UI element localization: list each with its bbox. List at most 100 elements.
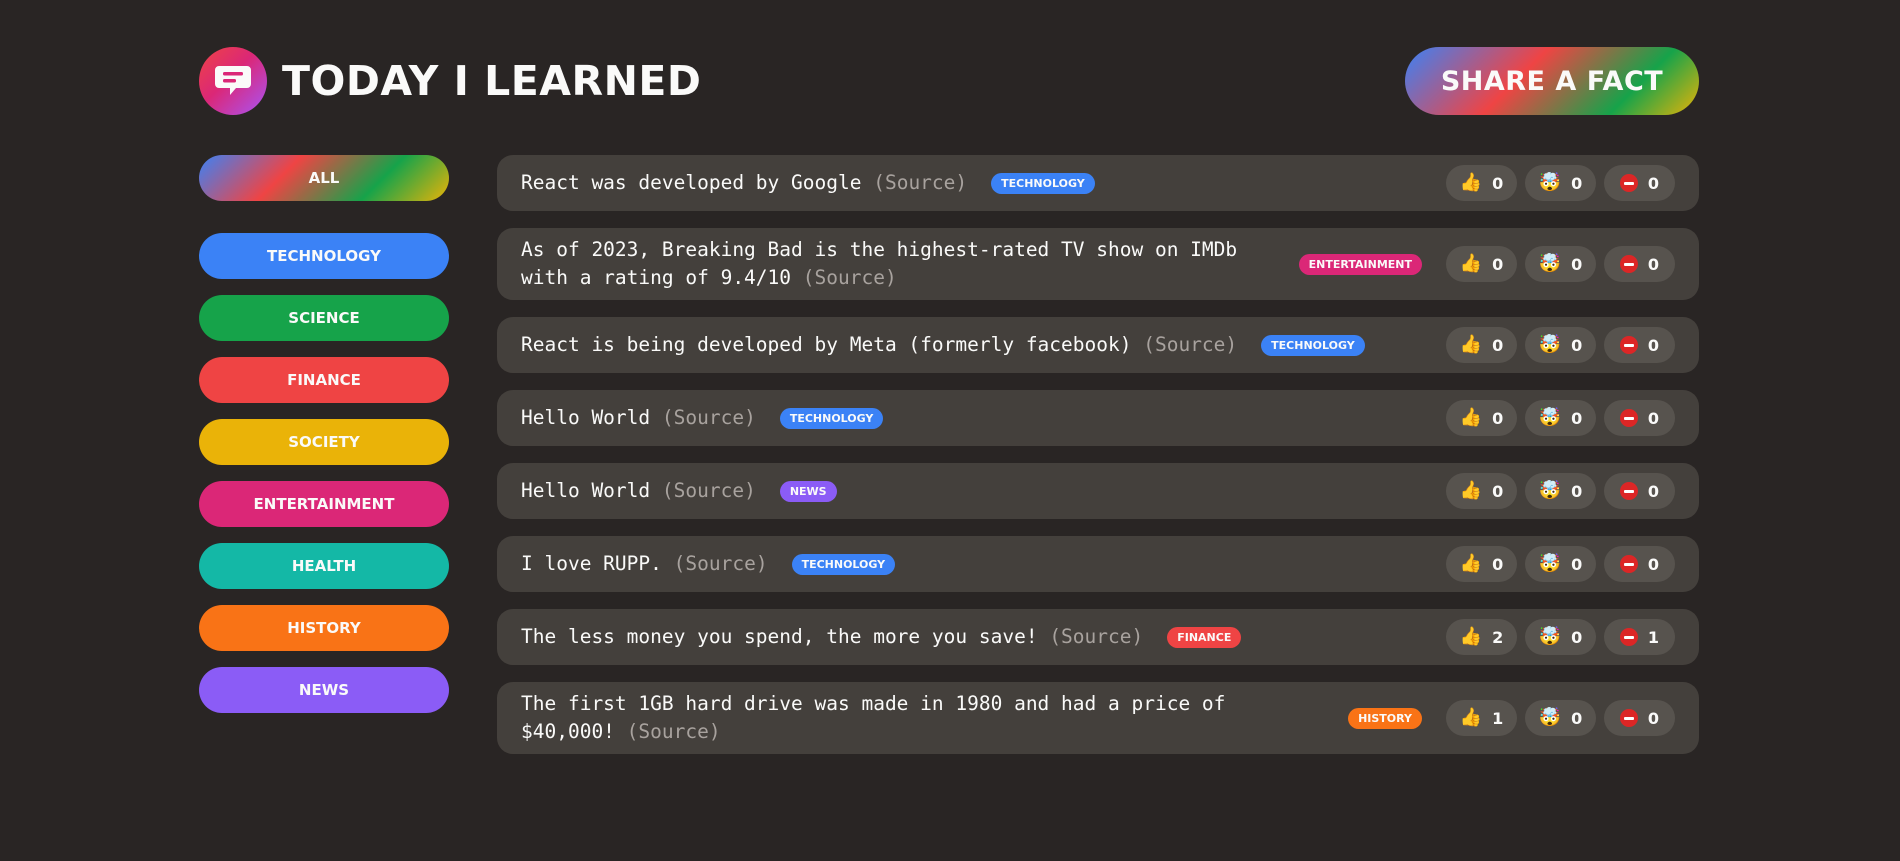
vote-count: 0 — [1647, 254, 1660, 274]
vote-interesting-button[interactable]: 👍 0 — [1446, 327, 1517, 363]
category-button-society[interactable]: society — [199, 419, 449, 465]
vote-interesting-button[interactable]: 👍 0 — [1446, 246, 1517, 282]
vote-count: 1 — [1647, 627, 1660, 647]
vote-count: 1 — [1492, 708, 1504, 728]
share-fact-button[interactable]: Share a fact — [1405, 47, 1699, 115]
category-tag: technology — [991, 173, 1095, 194]
category-item: society — [199, 419, 449, 465]
vote-interesting-button[interactable]: 👍 1 — [1446, 700, 1517, 736]
fact-text-block: I love RUPP. (Source) technology — [521, 550, 896, 578]
vote-false-button[interactable]: 0 — [1604, 165, 1675, 201]
category-button-finance[interactable]: finance — [199, 357, 449, 403]
vote-count: 0 — [1647, 554, 1660, 574]
vote-buttons: 👍 0 🤯 0 0 — [1446, 400, 1675, 436]
category-button-science[interactable]: science — [199, 295, 449, 341]
mind-blown-icon: 🤯 — [1538, 626, 1562, 647]
source-link[interactable]: (Source) — [674, 552, 768, 575]
fact-text-block: React is being developed by Meta (former… — [521, 331, 1365, 359]
source-link[interactable]: (Source) — [803, 266, 897, 289]
fact-text: Hello World — [521, 479, 651, 502]
fact-text-block: The less money you spend, the more you s… — [521, 623, 1242, 651]
thumbs-up-icon: 👍 — [1459, 626, 1483, 647]
source-link[interactable]: (Source) — [1049, 625, 1143, 648]
thumbs-up-icon: 👍 — [1459, 480, 1483, 501]
mind-blown-icon: 🤯 — [1538, 334, 1562, 355]
vote-interesting-button[interactable]: 👍 2 — [1446, 619, 1517, 655]
category-item: news — [199, 667, 449, 713]
category-button-entertainment[interactable]: entertainment — [199, 481, 449, 527]
vote-mindblowing-button[interactable]: 🤯 0 — [1525, 327, 1596, 363]
mind-blown-icon: 🤯 — [1538, 253, 1562, 274]
category-button-health[interactable]: health — [199, 543, 449, 589]
vote-count: 0 — [1571, 481, 1583, 501]
source-link[interactable]: (Source) — [627, 720, 721, 743]
vote-interesting-button[interactable]: 👍 0 — [1446, 473, 1517, 509]
vote-count: 0 — [1647, 173, 1660, 193]
category-item: health — [199, 543, 449, 589]
vote-interesting-button[interactable]: 👍 0 — [1446, 400, 1517, 436]
mind-blown-icon: 🤯 — [1538, 553, 1562, 574]
vote-count: 0 — [1492, 554, 1504, 574]
category-button-all[interactable]: All — [199, 155, 449, 201]
vote-interesting-button[interactable]: 👍 0 — [1446, 165, 1517, 201]
vote-false-button[interactable]: 0 — [1604, 700, 1675, 736]
vote-count: 0 — [1492, 335, 1504, 355]
source-link[interactable]: (Source) — [662, 406, 756, 429]
thumbs-up-icon: 👍 — [1459, 707, 1483, 728]
category-item: history — [199, 605, 449, 651]
fact-item: React was developed by Google (Source) te… — [497, 155, 1699, 211]
vote-false-button[interactable]: 0 — [1604, 400, 1675, 436]
stop-icon — [1619, 482, 1638, 500]
vote-mindblowing-button[interactable]: 🤯 0 — [1525, 165, 1596, 201]
vote-mindblowing-button[interactable]: 🤯 0 — [1525, 400, 1596, 436]
fact-text: I love RUPP. — [521, 552, 662, 575]
vote-false-button[interactable]: 0 — [1604, 327, 1675, 363]
fact-item: The less money you spend, the more you s… — [497, 609, 1699, 665]
source-link[interactable]: (Source) — [1143, 333, 1237, 356]
category-tag: technology — [779, 408, 884, 429]
vote-mindblowing-button[interactable]: 🤯 0 — [1525, 473, 1596, 509]
fact-item: Hello World (Source) technology 👍 0 🤯 0 0 — [497, 390, 1699, 446]
category-item: technology — [199, 233, 449, 279]
stop-icon — [1619, 174, 1638, 192]
vote-count: 0 — [1571, 408, 1583, 428]
vote-count: 0 — [1647, 481, 1660, 501]
facts-list: React was developed by Google (Source) te… — [497, 155, 1699, 771]
vote-false-button[interactable]: 0 — [1604, 473, 1675, 509]
thumbs-up-icon: 👍 — [1459, 253, 1483, 274]
thumbs-up-icon: 👍 — [1459, 172, 1483, 193]
category-button-news[interactable]: news — [199, 667, 449, 713]
vote-mindblowing-button[interactable]: 🤯 0 — [1525, 546, 1596, 582]
chat-bubble-icon — [199, 47, 267, 115]
app-header: Today I Learned Share a fact — [199, 46, 1699, 116]
vote-false-button[interactable]: 1 — [1604, 619, 1675, 655]
vote-mindblowing-button[interactable]: 🤯 0 — [1525, 700, 1596, 736]
fact-text-block: Hello World (Source) news — [521, 477, 837, 505]
vote-buttons: 👍 0 🤯 0 0 — [1446, 246, 1675, 282]
vote-mindblowing-button[interactable]: 🤯 0 — [1525, 619, 1596, 655]
vote-buttons: 👍 2 🤯 0 1 — [1446, 619, 1675, 655]
vote-count: 0 — [1492, 173, 1504, 193]
category-button-technology[interactable]: technology — [199, 233, 449, 279]
vote-count: 0 — [1492, 254, 1504, 274]
category-button-history[interactable]: history — [199, 605, 449, 651]
fact-text: The less money you spend, the more you s… — [521, 625, 1038, 648]
source-link[interactable]: (Source) — [662, 479, 756, 502]
category-item: finance — [199, 357, 449, 403]
source-link[interactable]: (Source) — [873, 171, 967, 194]
fact-text-block: As of 2023, Breaking Bad is the highest-… — [521, 236, 1241, 292]
mind-blown-icon: 🤯 — [1538, 407, 1562, 428]
vote-buttons: 👍 1 🤯 0 0 — [1446, 700, 1675, 736]
mind-blown-icon: 🤯 — [1538, 707, 1562, 728]
stop-icon — [1619, 255, 1638, 273]
vote-count: 0 — [1492, 481, 1504, 501]
vote-mindblowing-button[interactable]: 🤯 0 — [1525, 246, 1596, 282]
vote-false-button[interactable]: 0 — [1604, 246, 1675, 282]
vote-count: 0 — [1571, 335, 1583, 355]
stop-icon — [1619, 709, 1638, 727]
vote-count: 0 — [1647, 335, 1660, 355]
vote-count: 0 — [1571, 554, 1583, 574]
vote-interesting-button[interactable]: 👍 0 — [1446, 546, 1517, 582]
vote-false-button[interactable]: 0 — [1604, 546, 1675, 582]
vote-buttons: 👍 0 🤯 0 0 — [1446, 327, 1675, 363]
